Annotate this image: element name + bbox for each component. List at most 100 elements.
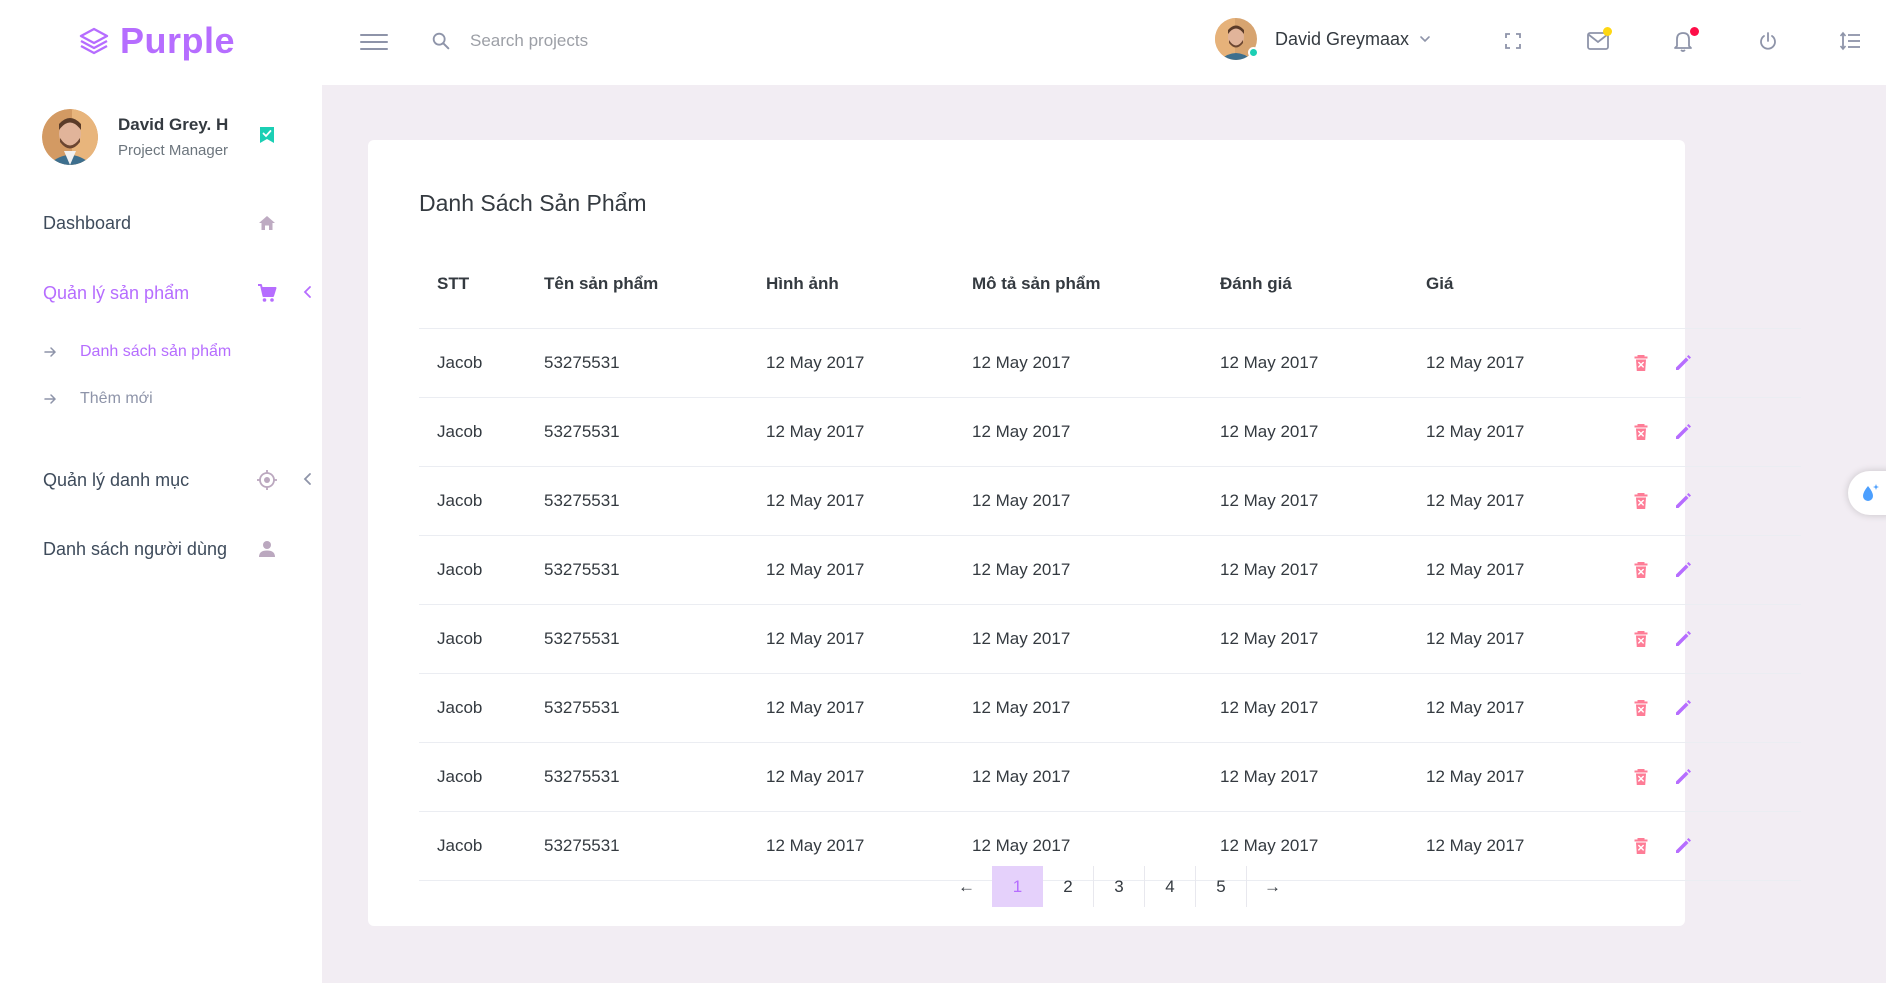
delete-icon bbox=[1634, 837, 1648, 854]
cell-image: 12 May 2017 bbox=[766, 673, 972, 743]
edit-button[interactable] bbox=[1673, 836, 1693, 856]
cell-image: 12 May 2017 bbox=[766, 328, 972, 398]
cell-product-name: 53275531 bbox=[544, 604, 766, 674]
cell-stt: Jacob bbox=[419, 811, 544, 881]
column-header-rating: Đánh giá bbox=[1220, 240, 1426, 329]
cell-price: 12 May 2017 bbox=[1426, 604, 1631, 674]
cell-actions bbox=[1631, 742, 1801, 812]
cell-rating: 12 May 2017 bbox=[1220, 466, 1426, 536]
row-actions bbox=[1631, 422, 1801, 442]
cell-stt: Jacob bbox=[419, 466, 544, 536]
product-table-body: Jacob 53275531 12 May 2017 12 May 2017 12 Ma… bbox=[419, 328, 1801, 881]
sidebar-item-label: Dashboard bbox=[43, 212, 132, 233]
row-actions bbox=[1631, 629, 1801, 649]
cell-stt: Jacob bbox=[419, 535, 544, 605]
theme-settings-button[interactable] bbox=[1848, 471, 1886, 515]
menu-toggle-button[interactable] bbox=[360, 29, 388, 55]
cell-image: 12 May 2017 bbox=[766, 535, 972, 605]
delete-icon bbox=[1634, 354, 1648, 371]
sidebar-item-user-list[interactable]: Danh sách người dùng bbox=[43, 534, 283, 564]
sidebar-item-label: Danh sách người dùng bbox=[43, 538, 227, 559]
cell-actions bbox=[1631, 328, 1801, 398]
cell-price: 12 May 2017 bbox=[1426, 811, 1631, 881]
delete-button[interactable] bbox=[1631, 560, 1651, 580]
edit-button[interactable] bbox=[1673, 422, 1693, 442]
water-drop-icon bbox=[1863, 484, 1879, 501]
table-row: Jacob 53275531 12 May 2017 12 May 2017 12 Ma… bbox=[419, 742, 1801, 812]
settings-panel-button[interactable] bbox=[1835, 26, 1865, 56]
header-profile-dropdown[interactable]: David Greymaax bbox=[1215, 18, 1431, 60]
sidebar-avatar bbox=[42, 109, 98, 165]
sidebar-subitem-product-list[interactable]: Danh sách sản phẩm bbox=[42, 340, 231, 364]
cell-image: 12 May 2017 bbox=[766, 397, 972, 467]
search-input[interactable] bbox=[470, 24, 770, 58]
edit-button[interactable] bbox=[1673, 353, 1693, 373]
cell-price: 12 May 2017 bbox=[1426, 742, 1631, 812]
delete-button[interactable] bbox=[1631, 767, 1651, 787]
page-button-3[interactable]: 3 bbox=[1094, 866, 1145, 907]
arrow-right-icon bbox=[44, 347, 57, 357]
cell-product-name: 53275531 bbox=[544, 328, 766, 398]
power-button[interactable] bbox=[1753, 26, 1783, 56]
user-icon bbox=[259, 541, 275, 557]
cell-product-name: 53275531 bbox=[544, 673, 766, 743]
cell-rating: 12 May 2017 bbox=[1220, 535, 1426, 605]
online-status-dot bbox=[1248, 47, 1259, 58]
fullscreen-icon bbox=[1505, 33, 1521, 49]
sidebar-item-category-management[interactable]: Quản lý danh mục bbox=[43, 465, 311, 495]
brand-logo[interactable]: Purple bbox=[78, 20, 235, 62]
edit-button[interactable] bbox=[1673, 560, 1693, 580]
cell-price: 12 May 2017 bbox=[1426, 535, 1631, 605]
sidebar-item-label: Quản lý danh mục bbox=[43, 469, 190, 490]
edit-button[interactable] bbox=[1673, 767, 1693, 787]
notifications-button[interactable] bbox=[1668, 26, 1699, 56]
delete-icon bbox=[1634, 423, 1648, 440]
delete-button[interactable] bbox=[1631, 422, 1651, 442]
messages-button[interactable] bbox=[1583, 26, 1613, 56]
pencil-icon bbox=[1676, 561, 1691, 577]
arrow-right-icon bbox=[44, 394, 57, 404]
delete-button[interactable] bbox=[1631, 353, 1651, 373]
sidebar-item-dashboard[interactable]: Dashboard bbox=[43, 208, 283, 238]
pencil-icon bbox=[1676, 630, 1691, 646]
sidebar-subitem-add-new[interactable]: Thêm mới bbox=[42, 387, 153, 411]
cell-product-name: 53275531 bbox=[544, 397, 766, 467]
column-header-description: Mô tả sản phẩm bbox=[972, 240, 1220, 329]
cell-description: 12 May 2017 bbox=[972, 466, 1220, 536]
table-row: Jacob 53275531 12 May 2017 12 May 2017 12 Ma… bbox=[419, 673, 1801, 743]
delete-button[interactable] bbox=[1631, 698, 1651, 718]
cell-stt: Jacob bbox=[419, 742, 544, 812]
delete-button[interactable] bbox=[1631, 491, 1651, 511]
page-button-2[interactable]: 2 bbox=[1043, 866, 1094, 907]
chevron-left-icon bbox=[303, 473, 311, 485]
next-page-button[interactable]: → bbox=[1247, 866, 1298, 907]
power-icon bbox=[1760, 32, 1776, 50]
pencil-icon bbox=[1676, 423, 1691, 439]
cell-description: 12 May 2017 bbox=[972, 604, 1220, 674]
cell-price: 12 May 2017 bbox=[1426, 328, 1631, 398]
edit-button[interactable] bbox=[1673, 698, 1693, 718]
cell-description: 12 May 2017 bbox=[972, 535, 1220, 605]
edit-button[interactable] bbox=[1673, 629, 1693, 649]
cell-price: 12 May 2017 bbox=[1426, 673, 1631, 743]
cell-rating: 12 May 2017 bbox=[1220, 742, 1426, 812]
page-button-1[interactable]: 1 bbox=[992, 866, 1043, 907]
cell-actions bbox=[1631, 466, 1801, 536]
edit-button[interactable] bbox=[1673, 491, 1693, 511]
table-row: Jacob 53275531 12 May 2017 12 May 2017 12 Ma… bbox=[419, 328, 1801, 398]
page-button-4[interactable]: 4 bbox=[1145, 866, 1196, 907]
sidebar-profile[interactable]: David Grey. H Project Manager bbox=[42, 109, 228, 165]
cell-description: 12 May 2017 bbox=[972, 397, 1220, 467]
cell-image: 12 May 2017 bbox=[766, 604, 972, 674]
page-button-5[interactable]: 5 bbox=[1196, 866, 1247, 907]
cell-image: 12 May 2017 bbox=[766, 466, 972, 536]
delete-button[interactable] bbox=[1631, 836, 1651, 856]
fullscreen-button[interactable] bbox=[1498, 26, 1528, 56]
delete-button[interactable] bbox=[1631, 629, 1651, 649]
layers-icon bbox=[79, 27, 109, 55]
sidebar-item-product-management[interactable]: Quản lý sản phẩm bbox=[43, 278, 311, 308]
cell-price: 12 May 2017 bbox=[1426, 466, 1631, 536]
previous-page-button[interactable]: ← bbox=[941, 866, 992, 907]
cell-stt: Jacob bbox=[419, 673, 544, 743]
column-header-price: Giá bbox=[1426, 240, 1631, 329]
